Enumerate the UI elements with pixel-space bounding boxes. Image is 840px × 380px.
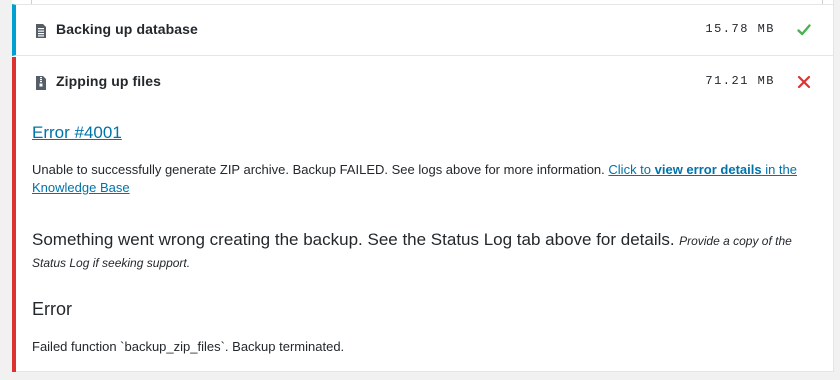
error-summary: Something went wrong creating the backup… bbox=[32, 229, 822, 274]
error-code-link[interactable]: Error #4001 bbox=[32, 123, 122, 143]
step-zipping-up-files: Zipping up files 71.21 MB Error #4001 Un… bbox=[12, 57, 834, 372]
error-description-text: Unable to successfully generate ZIP arch… bbox=[32, 162, 605, 177]
step-header: Backing up database 15.78 MB bbox=[16, 5, 834, 57]
backup-progress-panel: Backing up database 15.78 MB Zipping up … bbox=[12, 0, 834, 372]
step-title: Zipping up files bbox=[56, 73, 162, 89]
step-size: 71.21 MB bbox=[705, 74, 775, 88]
failed-function-message: Failed function `backup_zip_files`. Back… bbox=[32, 339, 345, 354]
error-heading: Error bbox=[32, 299, 72, 319]
database-file-icon bbox=[36, 24, 46, 38]
error-details-link-strong: view error details bbox=[654, 162, 762, 177]
checkmark-icon bbox=[796, 22, 812, 38]
step-title: Backing up database bbox=[56, 21, 198, 37]
step-size: 15.78 MB bbox=[705, 22, 775, 36]
zip-file-icon bbox=[36, 76, 46, 90]
step-backing-up-database: Backing up database 15.78 MB bbox=[12, 4, 834, 56]
step-header: Zipping up files 71.21 MB bbox=[16, 57, 834, 109]
error-summary-message: Something went wrong creating the backup… bbox=[32, 230, 675, 249]
error-description: Unable to successfully generate ZIP arch… bbox=[32, 161, 822, 197]
close-icon bbox=[796, 74, 812, 90]
error-details-link-prefix: Click to bbox=[608, 162, 655, 177]
